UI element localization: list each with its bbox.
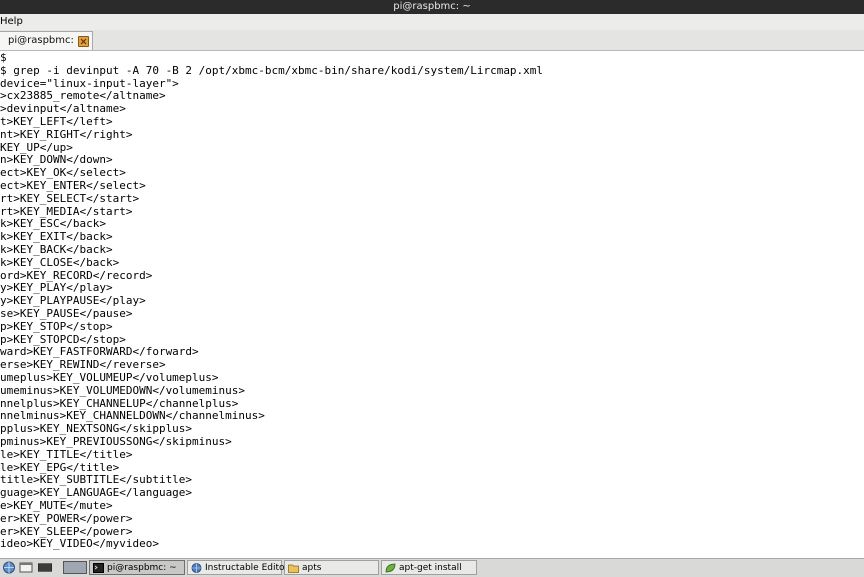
terminal-icon: [93, 563, 104, 573]
terminal-line: le>KEY_TITLE</title>: [0, 447, 133, 461]
terminal-line: $ grep -i devinput -A 70 -B 2 /opt/xbmc-…: [0, 63, 544, 77]
terminal-output[interactable]: $ $ grep -i devinput -A 70 -B 2 /opt/xbmc…: [0, 52, 864, 558]
taskbar-button-label: pi@raspbmc: ~: [107, 563, 177, 573]
terminal-line: pminus>KEY_PREVIOUSSONG</skipminus>: [0, 435, 232, 448]
taskbar-button-0[interactable]: pi@raspbmc: ~: [89, 560, 185, 575]
taskbar-button-label: apts: [302, 563, 322, 573]
taskbar-button-label: Instructable Editor: [205, 563, 289, 573]
browser-globe-icon: [191, 563, 202, 573]
taskbar-button-3[interactable]: apt-get install: [381, 560, 477, 575]
close-icon[interactable]: [78, 36, 89, 47]
menu-bar: Help: [0, 14, 864, 30]
menu-globe-icon[interactable]: [2, 561, 16, 574]
taskbar-button-1[interactable]: Instructable Editor: [187, 560, 288, 575]
taskbar-button-label: apt-get install: [399, 563, 462, 573]
terminal-line: umeplus>KEY_VOLUMEUP</volumeplus>: [0, 371, 219, 384]
terminal-line: nt>KEY_RIGHT</right>: [0, 127, 133, 141]
terminal-line: e>KEY_MUTE</mute>: [0, 499, 113, 512]
terminal-line: se>KEY_PAUSE</pause>: [0, 307, 133, 320]
menu-help[interactable]: Help: [0, 14, 23, 30]
file-manager-icon[interactable]: [19, 561, 33, 574]
taskbar-button-2[interactable]: apts: [284, 560, 379, 575]
terminal-line: p>KEY_STOP</stop>: [0, 319, 113, 333]
terminal-line: $: [0, 52, 7, 64]
leaf-app-icon: [385, 563, 396, 573]
terminal-line: k>KEY_BACK</back>: [0, 243, 113, 256]
workspace-pager-icon[interactable]: [63, 561, 87, 574]
tab-bar: pi@raspbmc: ~: [0, 30, 864, 51]
tab-label: pi@raspbmc: ~: [8, 35, 86, 46]
terminal-line: k>KEY_CLOSE</back>: [0, 255, 120, 269]
window-titlebar[interactable]: pi@raspbmc: ~: [0, 0, 864, 14]
taskbar: pi@raspbmc: ~ Instructable Editor apts apt-…: [0, 558, 864, 577]
desktop-icon[interactable]: [38, 561, 52, 574]
terminal-line: er>KEY_POWER</power>: [0, 511, 133, 525]
tab-terminal[interactable]: pi@raspbmc: ~: [0, 31, 93, 50]
terminal-line: t>KEY_LEFT</left>: [0, 115, 113, 128]
terminal-line: ideo>KEY_VIDEO</myvideo>: [0, 537, 159, 551]
terminal-line: umeminus>KEY_VOLUMEDOWN</volumeminus>: [0, 383, 246, 397]
folder-icon: [288, 564, 299, 573]
terminal-line: ect>KEY_ENTER</select>: [0, 179, 146, 192]
terminal-line: rt>KEY_SELECT</start>: [0, 191, 140, 205]
window-title: pi@raspbmc: ~: [393, 1, 471, 12]
